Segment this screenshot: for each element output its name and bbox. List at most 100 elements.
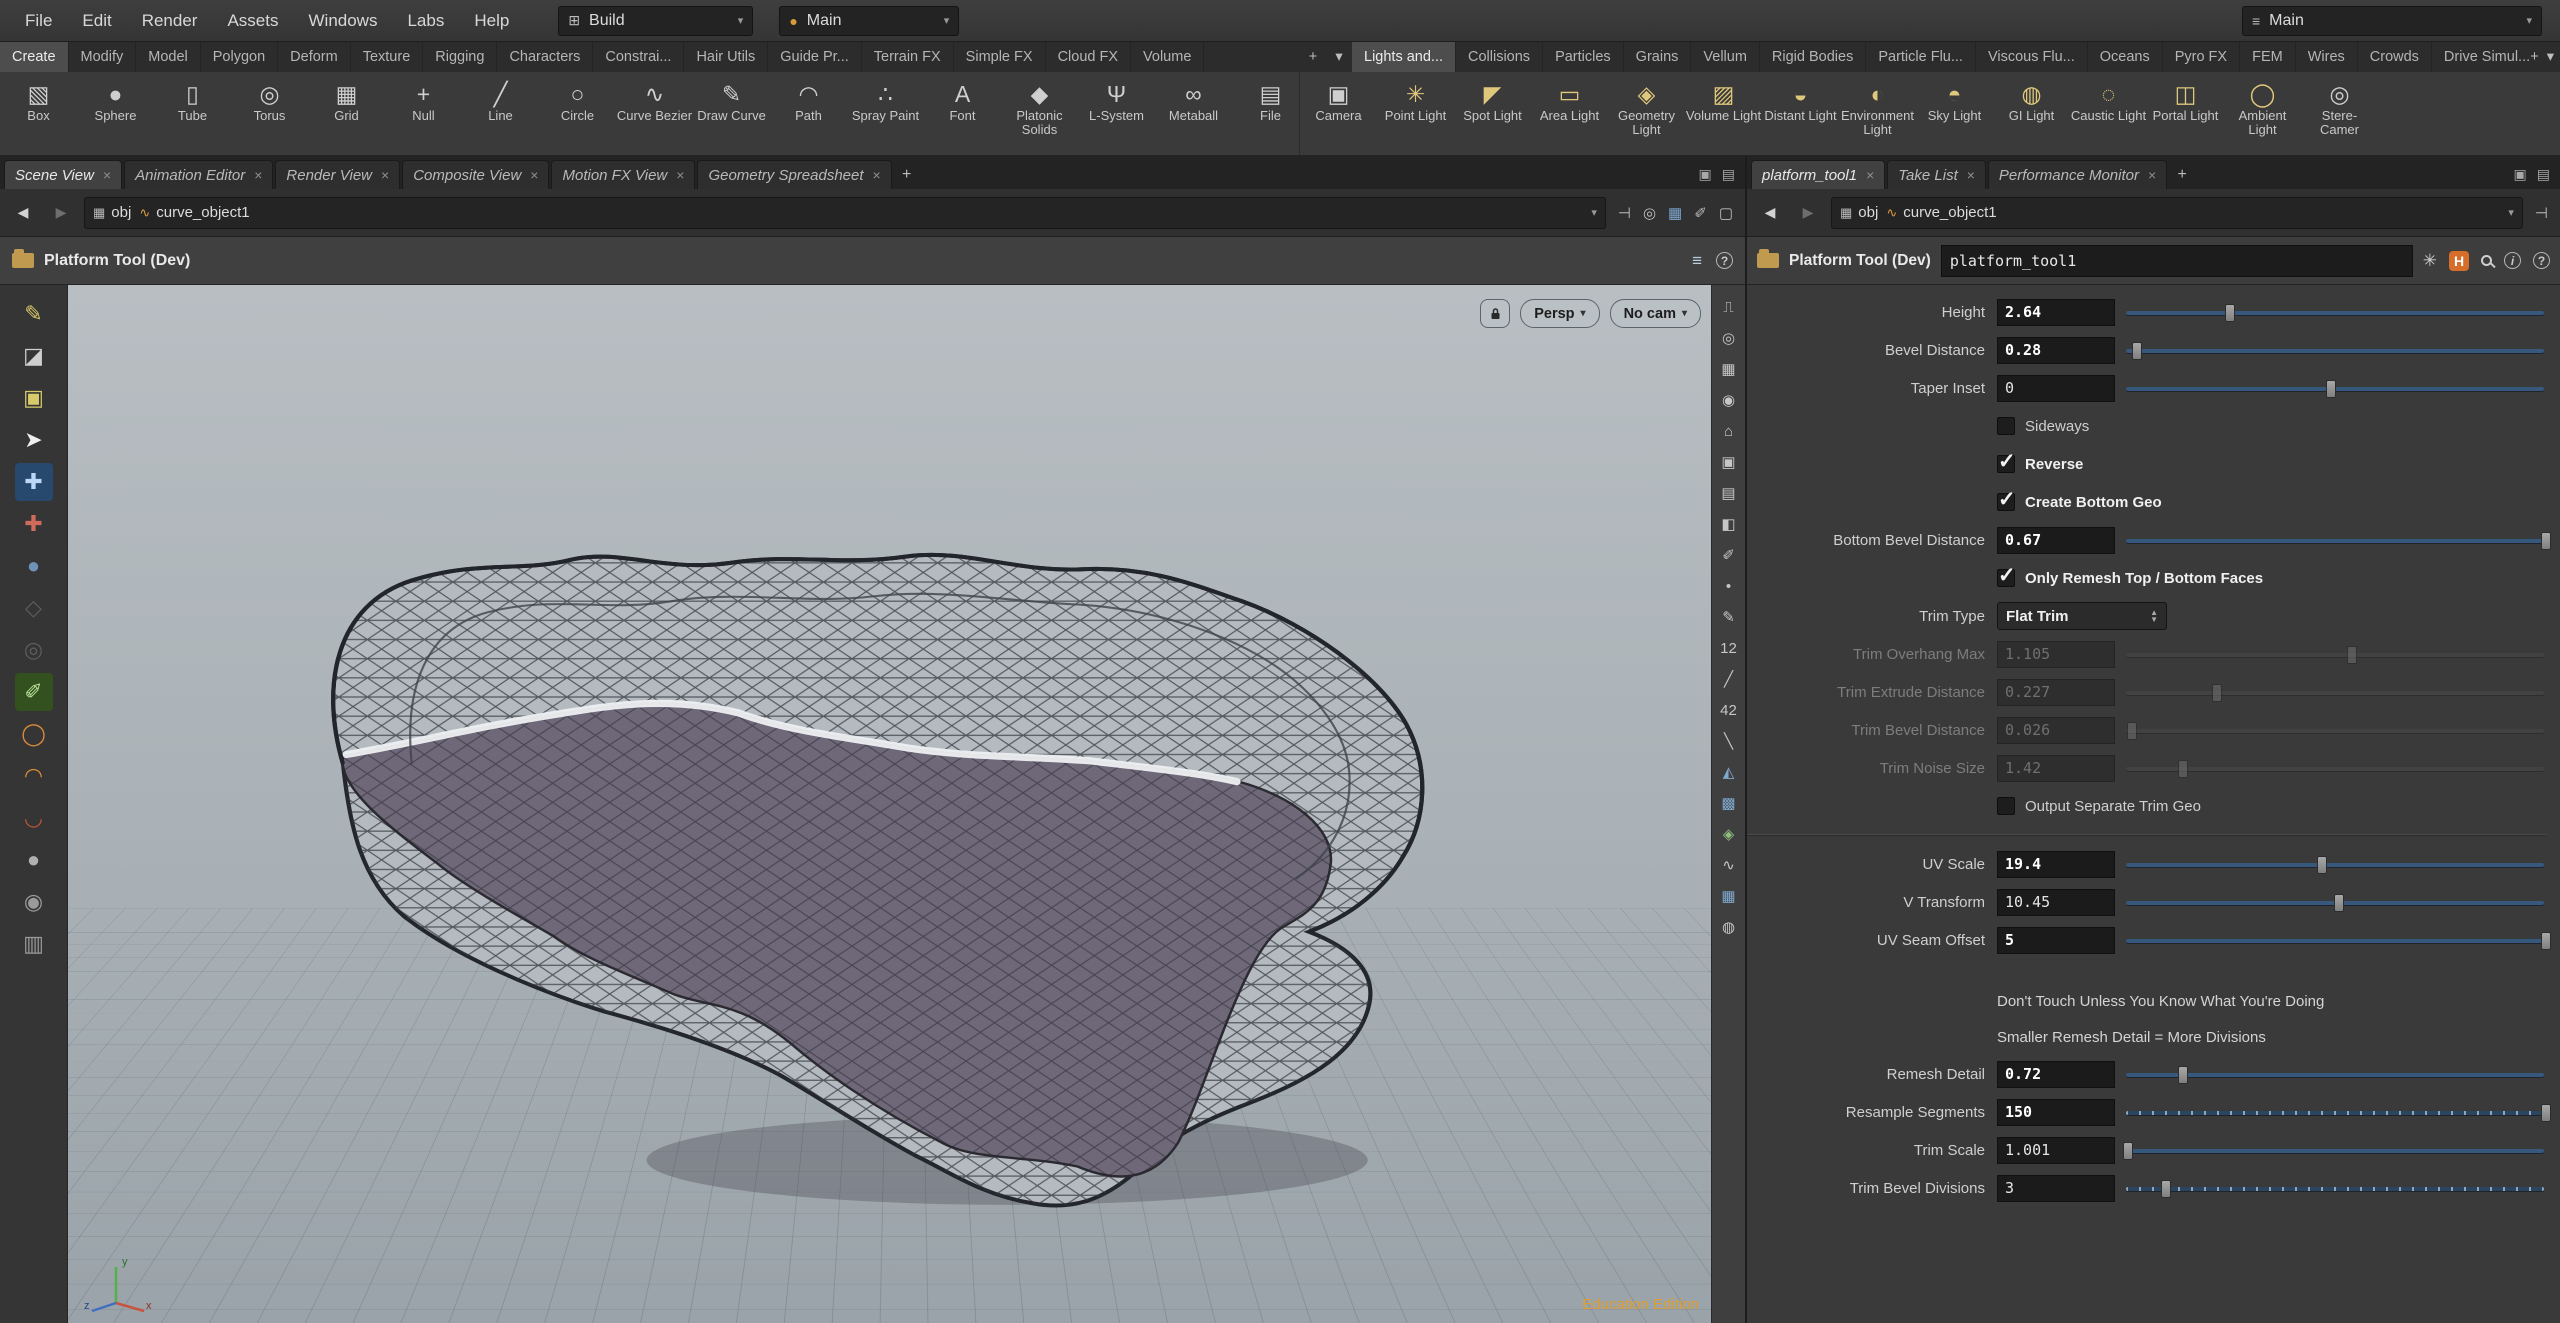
- houdini-logo-icon[interactable]: [2449, 251, 2469, 271]
- param-slider[interactable]: [2124, 527, 2546, 554]
- param-slider[interactable]: [2124, 1061, 2546, 1088]
- material-palette-icon[interactable]: ✐: [1694, 204, 1707, 222]
- forward-button[interactable]: ▶: [46, 198, 76, 228]
- view-lock-icon[interactable]: ⎍: [1717, 295, 1741, 319]
- shelf-tab[interactable]: Wires: [2296, 42, 2358, 72]
- close-tab-icon[interactable]: ×: [103, 167, 111, 183]
- shelf-tab[interactable]: Cloud FX: [1046, 42, 1131, 72]
- tool-draw-curve[interactable]: ✎ Draw Curve: [693, 72, 770, 155]
- gear-icon[interactable]: ✳: [2423, 251, 2437, 271]
- param-value-field[interactable]: 10.45: [1997, 889, 2115, 916]
- pane-tab[interactable]: Render View ×: [275, 160, 400, 189]
- help-icon[interactable]: [1716, 252, 1733, 269]
- shelf-menu-button[interactable]: ▾: [2547, 49, 2554, 65]
- sphere-display-icon[interactable]: ●: [15, 841, 53, 879]
- desktop-switcher-select[interactable]: ≡ Main ▾: [2242, 6, 2542, 36]
- clip-tool-icon[interactable]: ◪: [15, 337, 53, 375]
- add-pane-tab-button[interactable]: +: [2169, 160, 2195, 189]
- pane-tab[interactable]: Animation Editor ×: [124, 160, 273, 189]
- material-view-icon[interactable]: ◈: [1717, 822, 1741, 846]
- param-value-field[interactable]: 0.227: [1997, 679, 2115, 706]
- node-name-input[interactable]: [1941, 245, 2413, 277]
- snap-options-icon[interactable]: ▦: [1717, 357, 1741, 381]
- point-display-icon[interactable]: •: [1717, 574, 1741, 598]
- tool-geometry-light[interactable]: ◈ Geometry Light: [1608, 72, 1685, 155]
- menu-item[interactable]: Edit: [67, 11, 126, 31]
- shelf-tab[interactable]: Vellum: [1691, 42, 1760, 72]
- param-value-field[interactable]: 0.67: [1997, 527, 2115, 554]
- shelf-tab[interactable]: FEM: [2240, 42, 2296, 72]
- param-slider[interactable]: [2124, 337, 2546, 364]
- wire-shade-icon[interactable]: ∿: [1717, 853, 1741, 877]
- pin-path-icon[interactable]: ⊣: [1618, 204, 1631, 222]
- param-slider[interactable]: [2124, 889, 2546, 916]
- param-slider[interactable]: [2124, 299, 2546, 326]
- rotate-tool-icon[interactable]: ●: [15, 547, 53, 585]
- close-tab-icon[interactable]: ×: [1866, 167, 1874, 183]
- param-value-field[interactable]: 1.105: [1997, 641, 2115, 668]
- handles-tool-icon[interactable]: ✚: [15, 505, 53, 543]
- shelf-tab[interactable]: Lights and...: [1352, 42, 1456, 72]
- u-curve-tool-icon[interactable]: ◡: [15, 799, 53, 837]
- snapshot-icon[interactable]: ▢: [1719, 204, 1733, 222]
- param-checkbox[interactable]: ✓: [1997, 417, 2015, 435]
- shelf-tab[interactable]: Guide Pr...: [768, 42, 862, 72]
- viewport-lock-button[interactable]: [1480, 299, 1510, 328]
- tool-portal-light[interactable]: ◫ Portal Light: [2147, 72, 2224, 155]
- tool-l-system[interactable]: Ψ L-System: [1078, 72, 1155, 155]
- param-slider[interactable]: [2124, 641, 2546, 668]
- tool-point-light[interactable]: ✳ Point Light: [1377, 72, 1454, 155]
- network-path-field[interactable]: ▦ obj ∿ curve_object1 ▾: [1831, 197, 2523, 229]
- shelf-tab[interactable]: Rigid Bodies: [1760, 42, 1866, 72]
- point-numbers-icon[interactable]: 12: [1717, 636, 1741, 660]
- breadcrumb-node[interactable]: ∿ curve_object1: [139, 204, 249, 221]
- hook-tool-icon[interactable]: ◠: [15, 757, 53, 795]
- param-slider[interactable]: [2124, 755, 2546, 782]
- pin-path-icon[interactable]: ⊣: [2535, 204, 2548, 222]
- perspective-menu-button[interactable]: Persp: [1520, 299, 1599, 328]
- tool-null[interactable]: + Null: [385, 72, 462, 155]
- back-button[interactable]: ◀: [1755, 198, 1785, 228]
- shelf-tab[interactable]: Simple FX: [954, 42, 1046, 72]
- breadcrumb-node[interactable]: ∿ curve_object1: [1886, 204, 1996, 221]
- shelf-tab[interactable]: Viscous Flu...: [1976, 42, 2088, 72]
- param-checkbox[interactable]: ✓: [1997, 455, 2015, 473]
- curve-ring-tool-icon[interactable]: ◯: [15, 715, 53, 753]
- pane-tab[interactable]: Performance Monitor ×: [1988, 160, 2167, 189]
- snap-tool-icon[interactable]: ◎: [15, 631, 53, 669]
- viewport-3d[interactable]: Persp No cam y x z Education Edition ⎍◎▦…: [68, 285, 1745, 1323]
- info-icon[interactable]: [2504, 252, 2521, 269]
- tool-area-light[interactable]: ▭ Area Light: [1531, 72, 1608, 155]
- shelf-tab[interactable]: Drive Simul...: [2432, 42, 2530, 72]
- menu-item[interactable]: Labs: [392, 11, 459, 31]
- shelf-tab[interactable]: Grains: [1624, 42, 1692, 72]
- shelf-tab[interactable]: Hair Utils: [684, 42, 768, 72]
- pane-tab[interactable]: Take List ×: [1887, 160, 1986, 189]
- param-checkbox[interactable]: ✓: [1997, 493, 2015, 511]
- tool-tube[interactable]: ▯ Tube: [154, 72, 231, 155]
- close-tab-icon[interactable]: ×: [381, 167, 389, 183]
- param-value-field[interactable]: 2.64: [1997, 299, 2115, 326]
- tool-sphere[interactable]: ● Sphere: [77, 72, 154, 155]
- home-view-icon[interactable]: ⌂: [1717, 419, 1741, 443]
- pane-tab[interactable]: platform_tool1 ×: [1751, 160, 1885, 189]
- param-slider[interactable]: [2124, 679, 2546, 706]
- pane-tab[interactable]: Geometry Spreadsheet ×: [697, 160, 891, 189]
- tool-platonic-solids[interactable]: ◆ Platonic Solids: [1001, 72, 1078, 155]
- menu-item[interactable]: Windows: [294, 11, 393, 31]
- camera-view-icon[interactable]: ▣: [1717, 450, 1741, 474]
- forward-button[interactable]: ▶: [1793, 198, 1823, 228]
- close-tab-icon[interactable]: ×: [873, 167, 881, 183]
- tool-stereo-camera[interactable]: ◎ Stere- Camer: [2301, 72, 2378, 155]
- param-value-field[interactable]: 5: [1997, 927, 2115, 954]
- param-value-field[interactable]: 19.4: [1997, 851, 2115, 878]
- tool-environment-light[interactable]: ◐ Environment Light: [1839, 72, 1916, 155]
- light-display-icon[interactable]: ◍: [1717, 915, 1741, 939]
- brush-display-icon[interactable]: ✐: [1717, 543, 1741, 567]
- shelf-tab[interactable]: Create: [0, 42, 69, 72]
- shelf-tab[interactable]: Deform: [278, 42, 351, 72]
- tool-volume-light[interactable]: ▨ Volume Light: [1685, 72, 1762, 155]
- close-tab-icon[interactable]: ×: [1967, 167, 1975, 183]
- shelf-tab[interactable]: Polygon: [201, 42, 278, 72]
- tool-path[interactable]: ◠ Path: [770, 72, 847, 155]
